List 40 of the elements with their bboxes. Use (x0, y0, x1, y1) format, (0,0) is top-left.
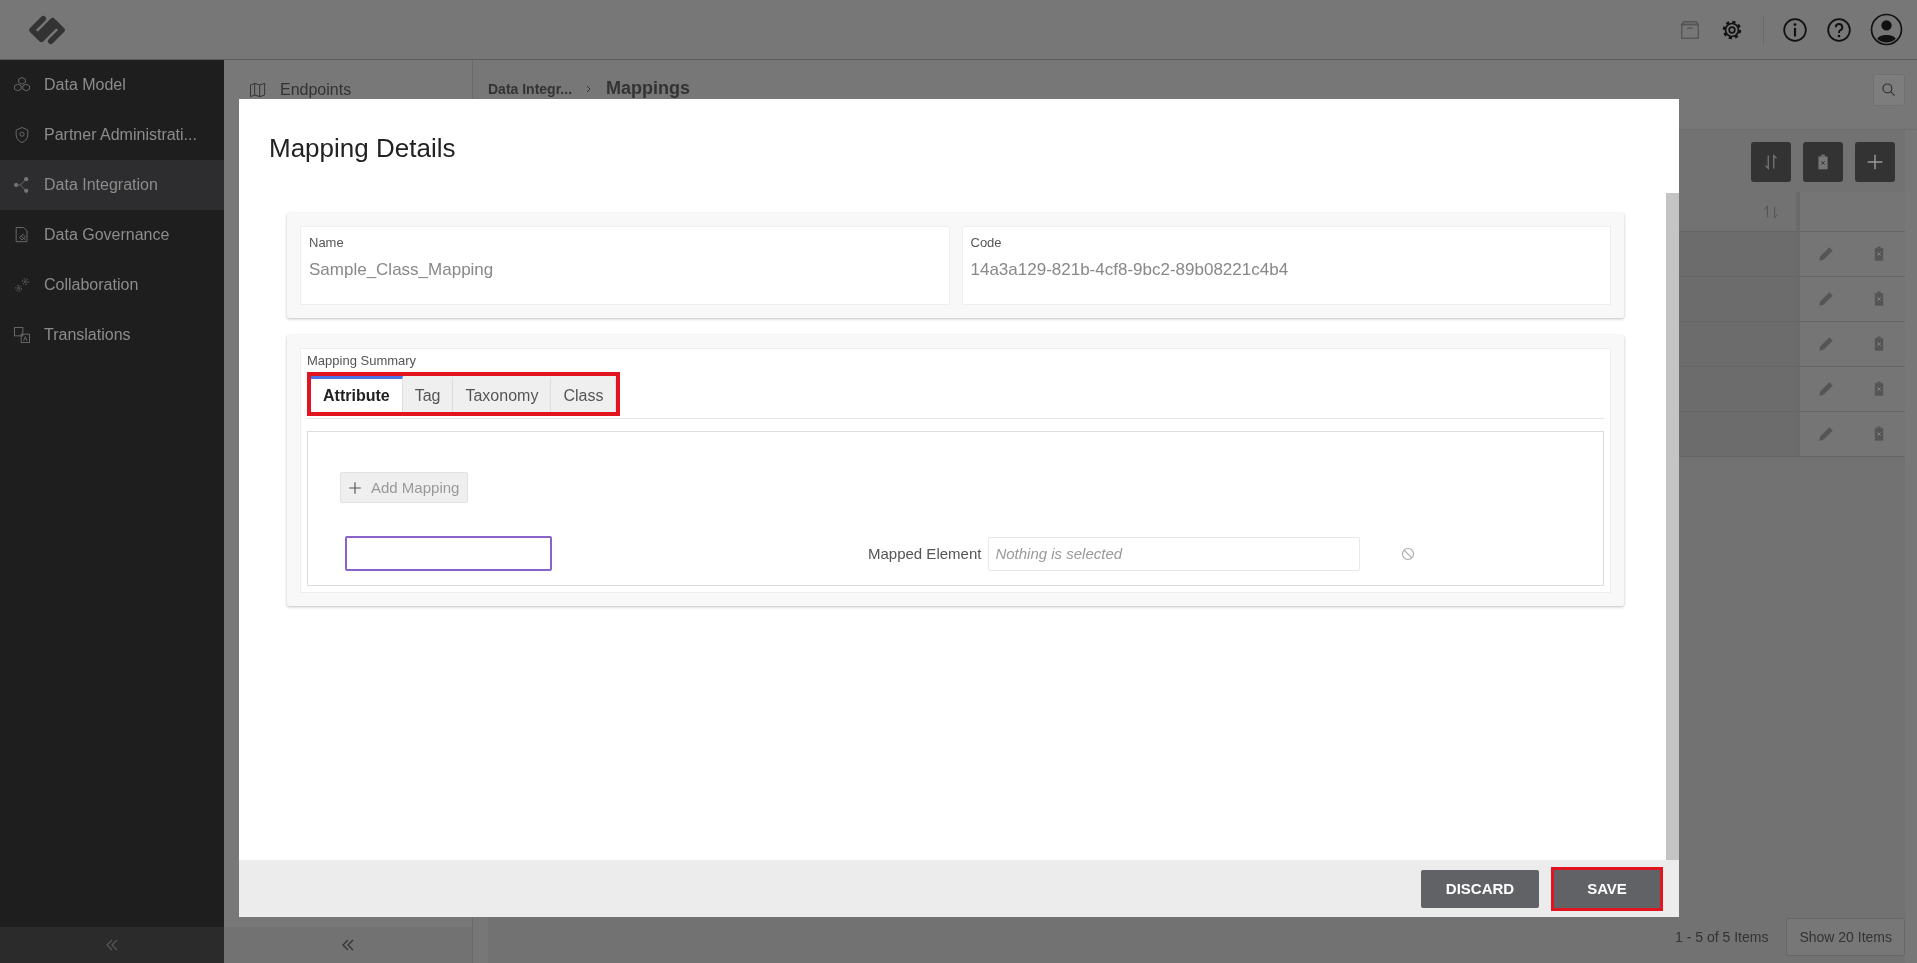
gears-icon (12, 275, 32, 295)
sidebar-item[interactable]: Data Integration (0, 160, 224, 210)
input-field[interactable] (345, 536, 552, 571)
collapse-icon[interactable] (340, 937, 356, 953)
page-size-button[interactable]: Show 20 Items (1786, 918, 1905, 956)
info-icon[interactable] (1782, 16, 1808, 43)
breadcrumb-link[interactable]: Data Integr... (488, 80, 573, 97)
discard-button[interactable]: DISCARD (1421, 869, 1539, 908)
clear-icon[interactable] (1401, 546, 1416, 561)
refresh-button[interactable] (1751, 142, 1791, 182)
search-button[interactable] (1873, 74, 1905, 106)
pagination-summary: 1 - 5 of 5 Items (1675, 929, 1769, 945)
user-avatar-icon[interactable] (1870, 13, 1903, 46)
section-title: Mapping Summary (307, 353, 418, 368)
sidebar-item[interactable]: Collaboration (0, 260, 224, 310)
tab[interactable]: Attribute (311, 376, 403, 412)
tab[interactable]: Taxonomy (453, 376, 552, 412)
delete-button[interactable] (1803, 142, 1843, 182)
select-field[interactable]: Nothing is selected (988, 536, 1361, 571)
sidebar-item[interactable]: Data Model (0, 60, 224, 110)
dialog-title: Mapping Details (268, 132, 457, 165)
sidebar-item[interactable]: Data Governance (0, 210, 224, 260)
add-button[interactable] (1855, 142, 1895, 182)
text-field[interactable]: Name Sample_Class_Mapping (300, 226, 950, 305)
map-icon[interactable] (248, 80, 268, 100)
translate-icon (12, 325, 32, 345)
scrollbar[interactable] (1666, 193, 1679, 860)
tab[interactable]: Tag (402, 376, 454, 412)
breadcrumb-current: Mappings (606, 78, 691, 99)
search-icon (1881, 82, 1897, 98)
sidebar-item[interactable]: Translations (0, 310, 224, 360)
tab[interactable]: Class (551, 376, 617, 412)
save-button[interactable]: SAVE (1551, 866, 1663, 911)
package-icon[interactable] (1679, 18, 1701, 41)
field-label: Mapped Element (868, 545, 982, 562)
help-icon[interactable] (1826, 16, 1852, 43)
subpanel-item[interactable]: Endpoints (280, 81, 352, 99)
text-field[interactable]: Code 14a3a129-821b-4cf8-9bc2-89b08221c4b4 (961, 226, 1611, 305)
sidebar-item[interactable]: Partner Administrati... (0, 110, 224, 160)
collapse-icon[interactable] (104, 937, 120, 953)
